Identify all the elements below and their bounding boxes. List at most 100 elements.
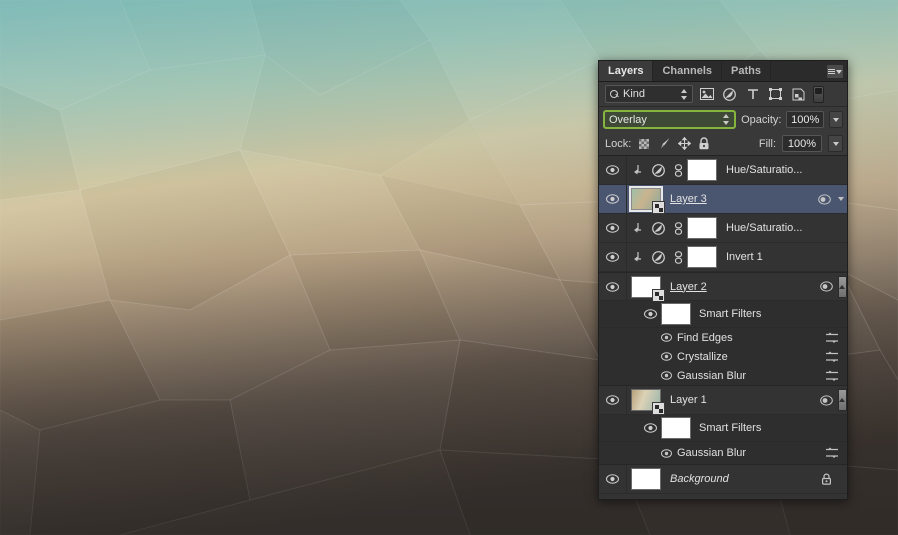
table-row[interactable]: Layer 3 — [599, 185, 847, 214]
layer-thumbnail[interactable] — [629, 186, 665, 214]
eye-icon — [606, 474, 619, 484]
table-row[interactable]: Background — [599, 465, 847, 494]
layer-mask-link-icon[interactable] — [669, 163, 687, 177]
tab-paths[interactable]: Paths — [722, 61, 771, 81]
filter-adjustment-layers-icon[interactable] — [720, 85, 739, 103]
blending-options-icon[interactable] — [825, 447, 839, 459]
lock-transparent-pixels-icon[interactable] — [637, 137, 651, 151]
smart-filter-name[interactable]: Find Edges — [677, 332, 825, 344]
table-row[interactable]: Hue/Saturatio... — [599, 156, 847, 185]
layer-mask-thumbnail[interactable] — [687, 217, 717, 239]
opacity-dropdown-button[interactable] — [828, 111, 843, 128]
layer-mask-thumbnail[interactable] — [687, 246, 717, 268]
blending-options-icon[interactable] — [825, 370, 839, 382]
fill-input[interactable]: 100% — [782, 135, 822, 152]
list-item[interactable]: Smart Filters — [599, 415, 847, 442]
layer-mask-link-icon[interactable] — [669, 250, 687, 264]
blend-mode-select[interactable]: Overlay — [603, 110, 737, 129]
layer-visibility-toggle[interactable] — [599, 386, 627, 414]
layer-thumbnail[interactable] — [631, 468, 661, 490]
layer-name[interactable]: Hue/Saturatio... — [717, 164, 837, 176]
eye-icon[interactable] — [661, 333, 672, 342]
table-row[interactable]: Layer 2 — [599, 272, 847, 302]
layer-visibility-toggle[interactable] — [599, 465, 627, 493]
layer-name[interactable]: Layer 3 — [661, 193, 813, 205]
eye-icon[interactable] — [661, 352, 672, 361]
smart-object-badge-icon — [652, 402, 665, 415]
blending-options-icon[interactable] — [825, 332, 839, 344]
table-row[interactable]: Layer 1 — [599, 386, 847, 415]
layer-name[interactable]: Layer 2 — [661, 281, 815, 293]
filter-enable-toggle[interactable] — [813, 85, 824, 103]
blend-opacity-row: Overlay Opacity: 100% — [599, 107, 847, 132]
layer-mask-link-icon[interactable] — [669, 221, 687, 235]
layer-name[interactable]: Invert 1 — [717, 251, 837, 263]
list-item[interactable]: Crystallize — [599, 347, 847, 366]
smart-filter-indicator-icon[interactable] — [815, 281, 837, 292]
smart-filters-label: Smart Filters — [699, 422, 762, 434]
collapse-group-button[interactable] — [837, 386, 847, 414]
layer-name[interactable]: Background — [661, 473, 815, 485]
lock-all-icon[interactable] — [697, 137, 711, 151]
list-item[interactable]: Gaussian Blur — [599, 442, 847, 464]
lock-image-pixels-icon[interactable] — [657, 137, 671, 151]
screen: Layers Channels Paths Kind Overlay Opaci… — [0, 0, 898, 535]
blending-options-icon[interactable] — [825, 351, 839, 363]
eye-icon[interactable] — [661, 448, 672, 458]
list-item[interactable]: Gaussian Blur — [599, 366, 847, 385]
filter-pixel-layers-icon[interactable] — [697, 85, 716, 103]
tab-channels[interactable]: Channels — [653, 61, 722, 81]
search-icon — [610, 89, 619, 99]
smart-filter-name[interactable]: Crystallize — [677, 351, 825, 363]
layer-thumbnail[interactable] — [631, 275, 665, 302]
eye-icon[interactable] — [661, 371, 672, 380]
filter-kind-select[interactable]: Kind — [605, 85, 693, 103]
layer-visibility-toggle[interactable] — [599, 185, 627, 213]
layer-name[interactable]: Hue/Saturatio... — [717, 222, 837, 234]
table-row[interactable]: Invert 1 — [599, 243, 847, 272]
smart-filter-name[interactable]: Gaussian Blur — [677, 447, 825, 459]
layer-visibility-toggle[interactable] — [599, 214, 627, 242]
layers-panel: Layers Channels Paths Kind Overlay Opaci… — [598, 60, 848, 500]
opacity-input[interactable]: 100% — [786, 111, 824, 128]
opacity-value: 100% — [791, 113, 820, 126]
lock-position-icon[interactable] — [677, 137, 691, 151]
collapse-up-icon — [837, 276, 847, 298]
lock-icon — [815, 473, 837, 485]
layer-visibility-toggle[interactable] — [599, 243, 627, 271]
smart-filters-visibility-toggle[interactable] — [639, 301, 661, 327]
blend-mode-stepper-icon[interactable] — [723, 114, 730, 125]
eye-icon — [606, 194, 619, 204]
clipping-mask-icon — [627, 164, 647, 176]
row-right-gutter — [837, 301, 847, 327]
layer-name[interactable]: Layer 1 — [661, 394, 815, 406]
smart-filter-indicator-icon[interactable] — [813, 193, 835, 205]
opacity-label: Opacity: — [741, 113, 782, 126]
layer-visibility-toggle[interactable] — [599, 273, 627, 300]
smart-filters-mask-thumbnail[interactable] — [661, 417, 691, 439]
layer-visibility-toggle[interactable] — [599, 156, 627, 184]
fill-dropdown-button[interactable] — [828, 135, 843, 152]
tab-layers[interactable]: Layers — [599, 61, 654, 81]
smart-filter-indicator-icon[interactable] — [815, 394, 837, 406]
layer-list[interactable]: Hue/Saturatio... Layer 3 Hue/Saturatio..… — [599, 156, 847, 499]
list-item[interactable]: Smart Filters — [599, 301, 847, 328]
chevron-down-icon — [832, 141, 839, 146]
smart-filters-visibility-toggle[interactable] — [639, 415, 661, 441]
blend-mode-value: Overlay — [609, 113, 647, 126]
filter-smart-objects-icon[interactable] — [789, 85, 808, 103]
row-dropdown-icon[interactable] — [835, 197, 847, 201]
filter-type-layers-icon[interactable] — [743, 85, 762, 103]
layer-thumbnail[interactable] — [631, 389, 665, 415]
smart-filters-mask-thumbnail[interactable] — [661, 303, 691, 325]
table-row[interactable]: Hue/Saturatio... — [599, 214, 847, 243]
panel-menu-icon[interactable] — [827, 65, 843, 78]
layer-mask-thumbnail[interactable] — [687, 159, 717, 181]
row-right-gutter — [837, 415, 847, 441]
stepper-icon[interactable] — [681, 88, 688, 100]
filter-shape-layers-icon[interactable] — [766, 85, 785, 103]
layer-filter-bar: Kind — [599, 82, 847, 107]
smart-filter-name[interactable]: Gaussian Blur — [677, 370, 825, 382]
collapse-group-button[interactable] — [837, 273, 847, 300]
list-item[interactable]: Find Edges — [599, 328, 847, 347]
